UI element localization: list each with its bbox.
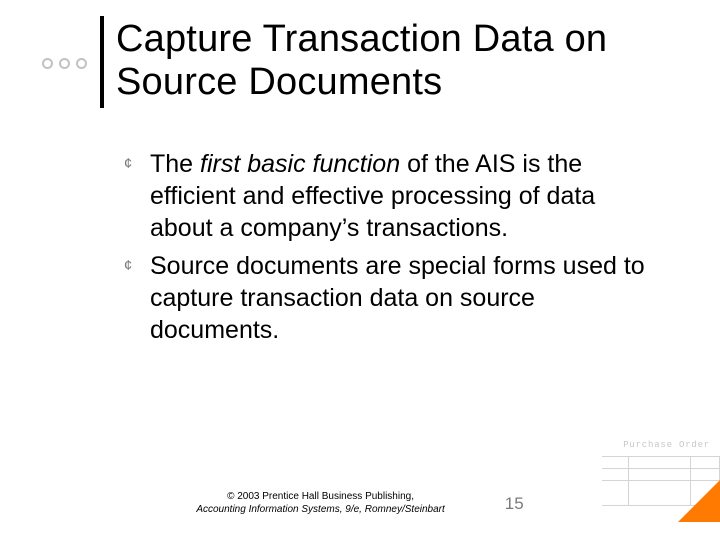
bullet-marker-icon: ¢ <box>120 250 136 346</box>
bullet-marker-icon: ¢ <box>120 148 136 244</box>
page-number: 15 <box>505 494 524 514</box>
bullet-post: Source documents are special forms used … <box>150 252 645 344</box>
decorative-dots <box>38 52 108 94</box>
dot-icon <box>59 58 70 69</box>
vertical-divider <box>100 16 104 108</box>
bullet-text: The first basic function of the AIS is t… <box>150 148 650 244</box>
footer-line2: Accounting Information Systems, 9/e, Rom… <box>196 504 444 517</box>
dot-icon <box>42 58 53 69</box>
purchase-order-label: Purchase Order <box>623 440 710 450</box>
bullet-item: ¢ The first basic function of the AIS is… <box>120 148 650 244</box>
slide-title: Capture Transaction Data on Source Docum… <box>116 18 676 103</box>
page-curl-icon <box>678 480 720 522</box>
dot-icon <box>76 58 87 69</box>
bullet-text: Source documents are special forms used … <box>150 250 650 346</box>
footer-credits: © 2003 Prentice Hall Business Publishing… <box>196 491 444 516</box>
footer-line1: © 2003 Prentice Hall Business Publishing… <box>196 491 444 504</box>
slide: Capture Transaction Data on Source Docum… <box>0 0 720 540</box>
bullet-pre: The <box>150 150 200 178</box>
bullet-item: ¢ Source documents are special forms use… <box>120 250 650 346</box>
slide-body: ¢ The first basic function of the AIS is… <box>120 148 650 352</box>
bullet-emph: first basic function <box>200 150 400 178</box>
purchase-order-graphic: Purchase Order <box>600 440 720 522</box>
dot-row <box>42 58 108 69</box>
